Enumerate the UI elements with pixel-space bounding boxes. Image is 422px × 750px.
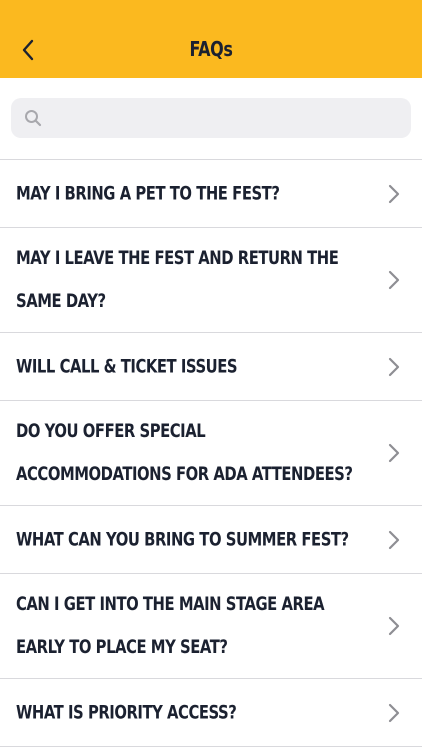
search-input[interactable] xyxy=(43,98,411,138)
faq-question: What can you bring to Summer Fest? xyxy=(16,528,349,550)
faq-item-pet[interactable]: May I bring a pet to the fest? xyxy=(0,160,422,228)
search-icon xyxy=(23,108,43,128)
chevron-right-icon xyxy=(388,443,400,463)
faq-question: Do you offer special accommodations for … xyxy=(16,420,353,485)
faq-question: Can I get into the main stage area early… xyxy=(16,593,325,658)
back-button[interactable] xyxy=(10,28,46,72)
chevron-left-icon xyxy=(22,39,34,61)
faq-item-what-to-bring[interactable]: What can you bring to Summer Fest? xyxy=(0,506,422,574)
chevron-right-icon xyxy=(388,530,400,549)
chevron-right-icon xyxy=(388,184,400,203)
faq-item-reentry[interactable]: May I leave the fest and return the same… xyxy=(0,228,422,333)
search-bar[interactable] xyxy=(11,98,411,138)
faq-list: May I bring a pet to the fest? May I lea… xyxy=(0,159,422,747)
faq-item-priority-access[interactable]: What is priority access? xyxy=(0,679,422,747)
faq-question: May I leave the fest and return the same… xyxy=(16,247,339,312)
faq-item-will-call[interactable]: Will call & ticket issues xyxy=(0,333,422,401)
faq-question: May I bring a pet to the fest? xyxy=(16,182,280,204)
faq-item-ada[interactable]: Do you offer special accommodations for … xyxy=(0,401,422,506)
faq-question: Will call & ticket issues xyxy=(16,355,238,377)
chevron-right-icon xyxy=(388,703,400,722)
faq-question: What is priority access? xyxy=(16,701,237,723)
chevron-right-icon xyxy=(388,270,400,290)
chevron-right-icon xyxy=(388,357,400,376)
header-bar: FAQs xyxy=(0,0,422,78)
page-title: FAQs xyxy=(189,37,233,61)
faq-screen: FAQs May I bring a pet to the fest? May … xyxy=(0,0,422,750)
faq-item-early-entry[interactable]: Can I get into the main stage area early… xyxy=(0,574,422,679)
chevron-right-icon xyxy=(388,616,400,636)
